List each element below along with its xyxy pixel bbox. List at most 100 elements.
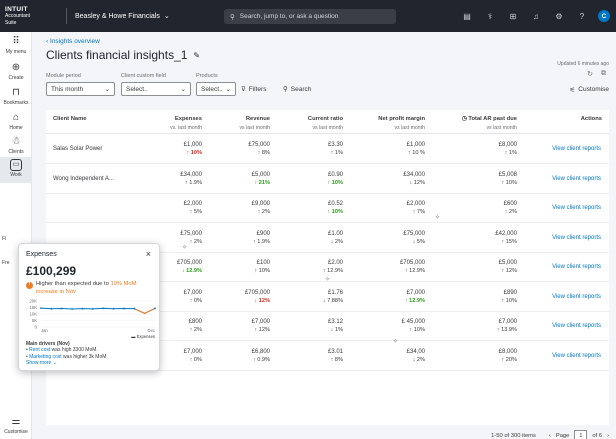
nav-my-menu[interactable]: ⠿ My menu [0, 36, 32, 55]
cell-exp: £34,000 ↑ 1.9% [180, 171, 202, 186]
page-number-input[interactable]: 1 [574, 430, 588, 439]
view-client-reports-link[interactable]: View client reports [552, 264, 601, 270]
module-period-label: Module period [46, 73, 81, 79]
breadcrumb[interactable]: ‹ Insights overview [46, 38, 100, 45]
module-period-select[interactable]: This month ⌄ [46, 82, 115, 96]
topbar-divider [66, 8, 67, 24]
data-point[interactable] [123, 307, 125, 310]
col-actions: Actions [580, 116, 602, 122]
change-indicator: ↓ 7.88% [322, 297, 343, 304]
table-row[interactable]: Salas Solar Power £1,000 ↑ 10% £75,000 ↑… [46, 135, 609, 164]
cell-margin: £7,000 ↑ 12.9% [404, 289, 425, 304]
col-revenue[interactable]: Revenue vs last month [239, 116, 270, 131]
data-point[interactable] [102, 307, 105, 310]
data-point[interactable] [71, 308, 73, 310]
view-client-reports-link[interactable]: View client reports [552, 146, 601, 152]
export-icon[interactable]: ⧉ [601, 70, 606, 78]
show-more-link[interactable]: Show more ⌄ [26, 360, 57, 366]
change-indicator: ↑ 20% [501, 356, 517, 363]
data-point[interactable] [133, 307, 136, 310]
change-indicator: ↑ 13.9% [496, 327, 517, 333]
data-point[interactable] [91, 308, 94, 310]
chevron-down-icon: ⌄ [180, 86, 186, 93]
chevron-right-icon[interactable]: › [607, 433, 609, 439]
products-label: Products [196, 73, 218, 79]
client-field-select[interactable]: Select.. ⌄ [121, 82, 191, 96]
nav-home[interactable]: ⌂ Home [0, 112, 32, 131]
change-indicator: ↑ 12% [501, 268, 517, 274]
view-client-reports-link[interactable]: View client reports [552, 353, 601, 359]
apps-icon[interactable]: ⊞ [506, 9, 520, 23]
popover-title: Expenses [26, 251, 57, 258]
col-net-profit-margin[interactable]: Net profit margin vs last month [378, 116, 425, 131]
intuit-logo[interactable]: INTUIT Accountant Suite [0, 6, 38, 27]
cell-margin: £705,000 ↑ 12.9% [399, 260, 425, 274]
cell-ratio: £1.76 ↓ 7.88% [322, 289, 343, 304]
view-client-reports-link[interactable]: View client reports [552, 205, 601, 211]
change-indicator: ↑ 10% [327, 209, 343, 215]
clipboard-icon[interactable]: ▤ [460, 9, 474, 23]
y-tick-label: 0 [35, 325, 38, 330]
ai-insight-icon[interactable]: ✧ [182, 244, 187, 251]
close-icon[interactable]: × [146, 249, 151, 259]
nav-customise[interactable]: ⚌ Customise [0, 416, 32, 435]
avatar[interactable]: C [598, 10, 610, 22]
y-tick-label: 20K [30, 299, 38, 304]
help-icon[interactable]: ? [575, 9, 589, 23]
view-client-reports-link[interactable]: View client reports [552, 323, 601, 329]
y-tick-label: 5K [32, 318, 37, 323]
view-client-reports-link[interactable]: View client reports [552, 235, 601, 241]
view-client-reports-link[interactable]: View client reports [552, 176, 601, 182]
data-point[interactable] [154, 307, 156, 310]
bell-icon[interactable]: ♫ [529, 9, 543, 23]
table-row[interactable]: Wong Independent A... £34,000 ↑ 1.9% £5,… [46, 165, 609, 194]
refresh-icon[interactable]: ↻ [587, 70, 593, 78]
col-client-name[interactable]: Client Name [53, 116, 87, 122]
table-row[interactable]: £2,000 ↑ 5% £9,000 ↑ 2% £0.52 ↑ 10% £2,0… [46, 194, 609, 223]
cell-ar: £600 ↑ 2% [503, 201, 517, 215]
cell-ar: £5,000 ↑ 12% [498, 260, 517, 274]
change-indicator: ↓ 2% [412, 356, 425, 363]
company-switcher[interactable]: Beasley & Howe Financials ⌄ [75, 12, 170, 21]
change-indicator: ↑ 1.9% [184, 179, 202, 186]
data-point[interactable] [81, 307, 84, 310]
filters-button[interactable]: ⊽ Filters [241, 85, 266, 94]
cell-rev: £7,000 ↑ 12% [251, 319, 270, 333]
change-indicator: ↑ 1% [330, 150, 343, 156]
col-expenses[interactable]: Expenses vs. last month [170, 116, 202, 131]
pencil-icon[interactable]: ✎ [193, 51, 200, 60]
ai-insight-icon[interactable]: ✧ [435, 214, 440, 221]
view-client-reports-link[interactable]: View client reports [552, 294, 601, 300]
chevron-left-icon[interactable]: ‹ [549, 433, 551, 439]
data-point[interactable] [40, 307, 42, 310]
gear-icon[interactable]: ⚙ [552, 9, 566, 23]
nav-clients[interactable]: ☃ Clients [0, 136, 32, 155]
nav-work[interactable]: ▭ Work [0, 157, 32, 183]
ai-insight-icon[interactable]: ✧ [325, 276, 330, 283]
data-point[interactable] [50, 307, 53, 310]
sliders-icon: ⚟ [569, 87, 576, 94]
table-header: Client Name Expenses vs. last month Reven… [46, 110, 609, 134]
data-point[interactable] [60, 307, 63, 310]
magic-icon[interactable]: ⚕ [483, 9, 497, 23]
cell-margin: £ 45,000 ↑ 10% [401, 319, 425, 333]
products-select[interactable]: Select.. ⌄ [196, 82, 236, 96]
client-name[interactable]: Wong Independent A... [53, 176, 114, 182]
table-search-button[interactable]: ⚲ Search [283, 85, 311, 94]
ai-insight-icon[interactable]: ✧ [393, 338, 398, 345]
cell-rev: £6,800 ↑ 0.9% [251, 348, 270, 363]
nav-fi[interactable]: Fi [0, 236, 32, 242]
cell-margin: £75,000 ↓ 5% [403, 230, 425, 245]
col-total-ar[interactable]: ◷ Total AR past due vs last month [462, 116, 517, 131]
change-indicator: ↑ 10% [254, 268, 270, 274]
global-search-input[interactable]: ⚲ Search, jump to, or ask a question [224, 9, 396, 24]
customise-button[interactable]: ⚟ Customise [569, 86, 609, 94]
data-point[interactable] [143, 312, 146, 315]
nav-create[interactable]: ⊕ Create [0, 62, 32, 81]
client-name[interactable]: Salas Solar Power [53, 146, 102, 152]
search-icon: ⚲ [283, 86, 288, 93]
nav-bookmarks[interactable]: ⊓ Bookmarks [0, 87, 32, 106]
data-point[interactable] [112, 307, 115, 310]
legend-label: ▬ Expenses [131, 334, 155, 339]
col-current-ratio[interactable]: Current ratio vs last month [308, 116, 343, 131]
